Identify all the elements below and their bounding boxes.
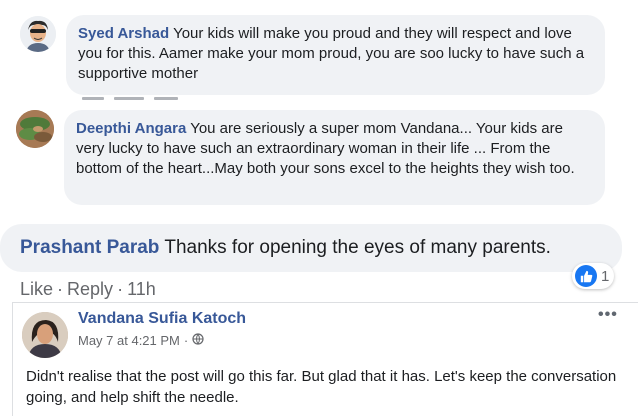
comment-bubble: Syed Arshad Your kids will make you prou… (66, 15, 605, 95)
comment-author[interactable]: Deepthi Angara (76, 120, 186, 137)
comment-bubble: Prashant Parab Thanks for opening the ey… (0, 224, 622, 272)
reply-author[interactable]: Vandana Sufia Katoch (78, 310, 246, 328)
comment-author[interactable]: Prashant Parab (20, 237, 159, 258)
separator-dot: · (117, 279, 124, 299)
avatar[interactable] (22, 312, 68, 358)
reaction-badge[interactable]: 1 (572, 263, 614, 289)
comment-actions: Like · Reply · 11h (20, 279, 156, 300)
reply-link[interactable]: Reply (67, 279, 113, 299)
comment-author[interactable]: Syed Arshad (78, 25, 169, 42)
reply-text: Didn't realise that the post will go thi… (26, 368, 617, 406)
comment-timestamp[interactable]: 11h (127, 279, 156, 299)
like-icon (575, 265, 597, 287)
comment-bubble: Deepthi Angara You are seriously a super… (64, 110, 605, 205)
reply-meta: May 7 at 4:21 PM · (78, 333, 204, 348)
reply-timestamp[interactable]: May 7 at 4:21 PM (78, 333, 180, 348)
reaction-count: 1 (601, 267, 610, 285)
cropped-actions-row (82, 94, 212, 100)
more-icon[interactable]: ••• (598, 306, 618, 324)
avatar[interactable] (20, 16, 56, 52)
globe-icon (192, 333, 204, 348)
separator-dot: · (57, 279, 64, 299)
like-link[interactable]: Like (20, 279, 53, 299)
avatar[interactable] (16, 110, 54, 148)
separator-dot: · (183, 333, 189, 348)
comment-text: Thanks for opening the eyes of many pare… (164, 237, 551, 258)
